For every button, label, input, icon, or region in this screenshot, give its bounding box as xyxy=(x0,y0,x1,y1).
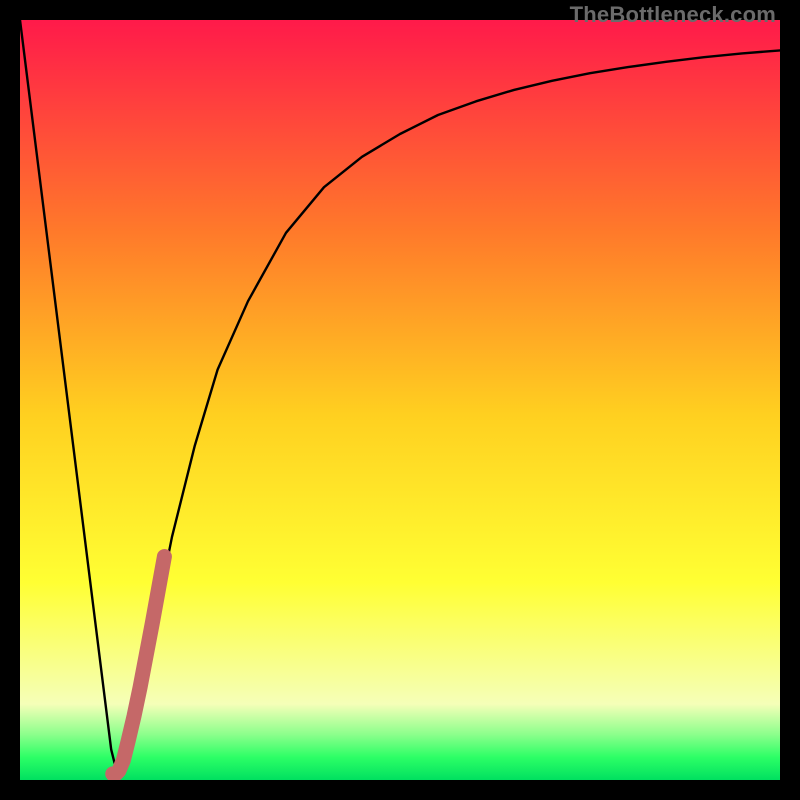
watermark-text: TheBottleneck.com xyxy=(570,2,776,28)
plot-area xyxy=(20,20,780,780)
chart-svg xyxy=(20,20,780,780)
chart-frame: TheBottleneck.com xyxy=(0,0,800,800)
